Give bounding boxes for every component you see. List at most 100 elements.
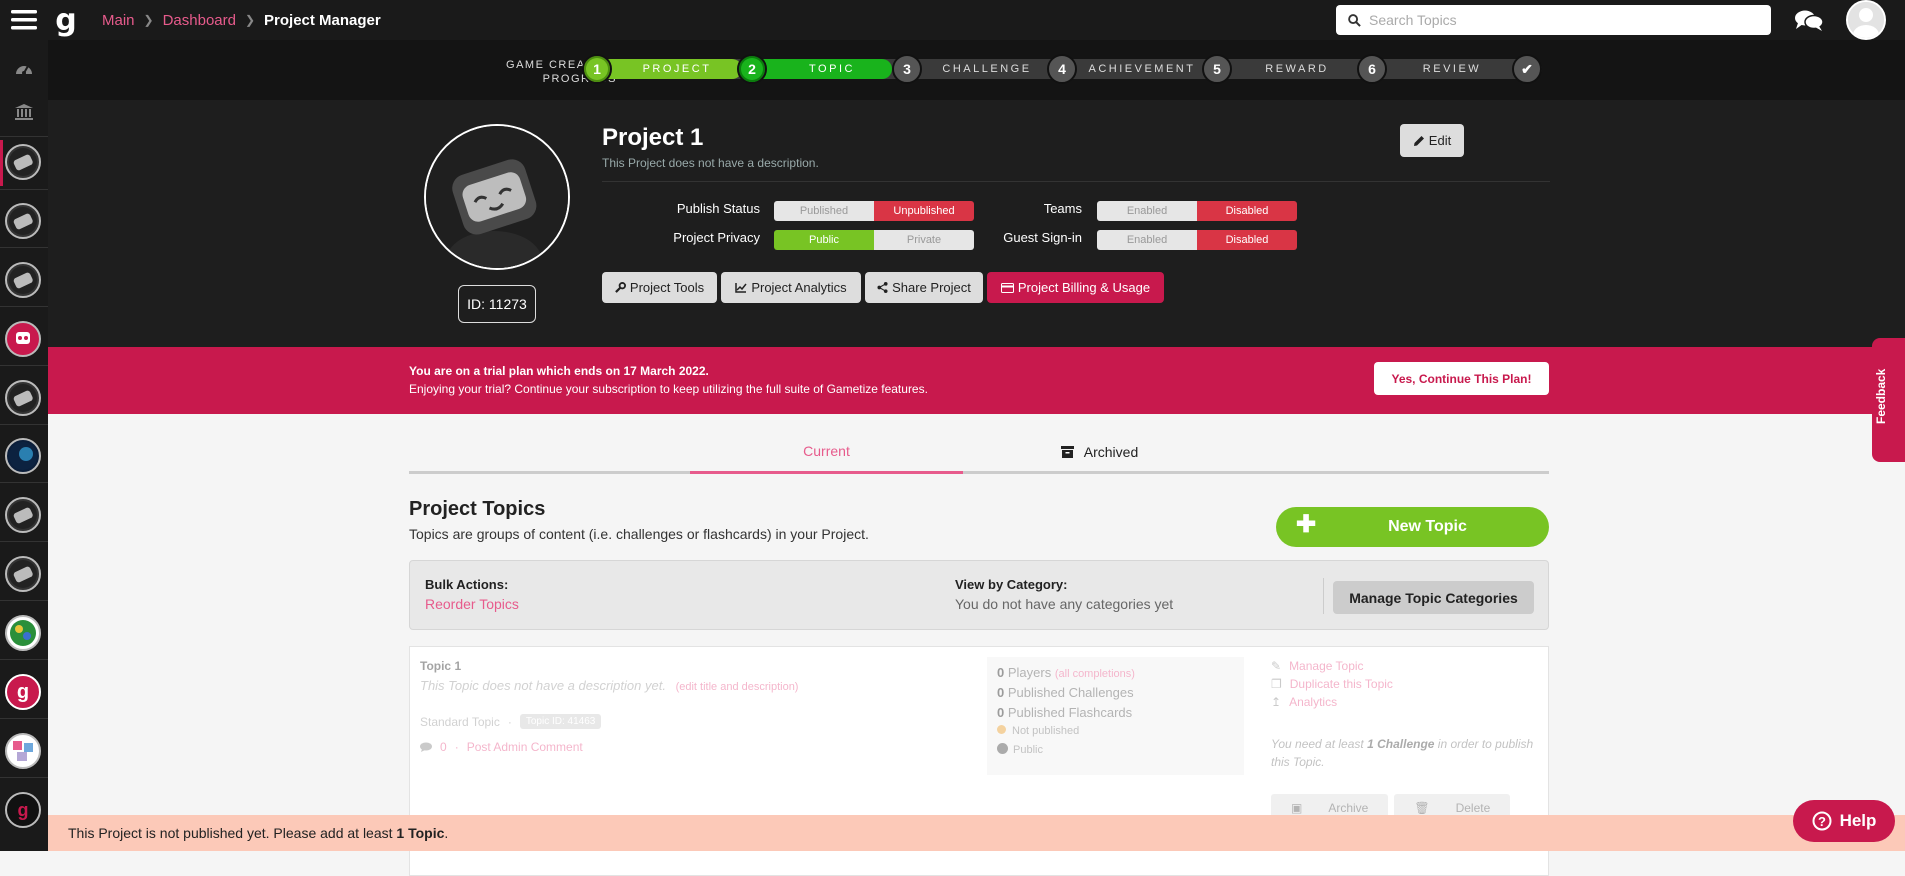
step-2-circle[interactable]: 2 bbox=[737, 54, 767, 84]
duplicate-topic-link[interactable]: ❐ Duplicate this Topic bbox=[1271, 675, 1541, 693]
step-5-circle[interactable]: 5 bbox=[1202, 54, 1232, 84]
sidebar-project-6[interactable] bbox=[5, 438, 41, 474]
help-button[interactable]: ? Help bbox=[1793, 800, 1895, 842]
project-id-badge: ID: 11273 bbox=[458, 285, 536, 323]
copy-icon: ❐ bbox=[1271, 677, 1282, 691]
help-label: Help bbox=[1839, 811, 1877, 830]
step-4-circle[interactable]: 4 bbox=[1047, 54, 1077, 84]
edit-icon: ✎ bbox=[1271, 659, 1282, 673]
topic-comments: 0 · Post Admin Comment bbox=[420, 740, 583, 754]
institution-icon[interactable] bbox=[0, 90, 48, 134]
new-topic-button[interactable]: ✚ New Topic bbox=[1276, 507, 1549, 547]
topic-analytics-link[interactable]: ↥ Analytics bbox=[1271, 693, 1541, 711]
search-icon bbox=[1348, 13, 1361, 27]
manage-topic-categories-button[interactable]: Manage Topic Categories bbox=[1333, 581, 1534, 614]
step-3-circle[interactable]: 3 bbox=[892, 54, 922, 84]
edit-label: Edit bbox=[1428, 133, 1452, 148]
step-6-circle[interactable]: 6 bbox=[1357, 54, 1387, 84]
teams-toggle[interactable]: Enabled Disabled bbox=[1097, 201, 1297, 221]
step-topic-label[interactable]: TOPIC bbox=[772, 63, 892, 75]
step-challenge-label[interactable]: CHALLENGE bbox=[927, 63, 1047, 75]
notice-text-bold: 1 Topic bbox=[396, 825, 445, 841]
meta-separator: · bbox=[454, 740, 459, 754]
topic-meta: Standard Topic · Topic ID: 41463 bbox=[420, 714, 602, 729]
share-project-button[interactable]: Share Project bbox=[865, 272, 983, 303]
edit-project-button[interactable]: Edit bbox=[1400, 124, 1464, 157]
post-admin-comment-link[interactable]: Post Admin Comment bbox=[467, 740, 583, 754]
publish-status-text: Not published bbox=[1012, 725, 1080, 737]
guest-signin-toggle[interactable]: Enabled Disabled bbox=[1097, 230, 1297, 250]
guest-signin-label: Guest Sign-in bbox=[1003, 230, 1082, 245]
publish-status: Not published bbox=[997, 725, 1234, 743]
sidebar-project-12[interactable]: g bbox=[5, 792, 41, 828]
guest-disabled-option[interactable]: Disabled bbox=[1197, 230, 1297, 250]
reorder-topics-link[interactable]: Reorder Topics bbox=[425, 596, 519, 612]
continue-plan-button[interactable]: Yes, Continue This Plan! bbox=[1374, 362, 1549, 395]
step-reward-label[interactable]: REWARD bbox=[1237, 63, 1357, 75]
project-privacy-toggle[interactable]: Public Private bbox=[774, 230, 974, 250]
publish-requirement-note: You need at least 1 Challenge in order t… bbox=[1271, 735, 1541, 771]
sidebar-project-3[interactable] bbox=[5, 262, 41, 298]
sidebar-project-9[interactable] bbox=[5, 615, 41, 651]
project-billing-button[interactable]: Project Billing & Usage bbox=[987, 272, 1164, 303]
gametize-logo[interactable]: g bbox=[48, 0, 84, 40]
project-tools-button[interactable]: Project Tools bbox=[602, 272, 717, 303]
search-input[interactable] bbox=[1369, 12, 1749, 28]
players-count: 0 bbox=[997, 665, 1005, 680]
new-topic-label: New Topic bbox=[1388, 518, 1467, 535]
publish-status-label: Publish Status bbox=[676, 201, 760, 216]
project-topics-subtitle: Topics are groups of content (i.e. chall… bbox=[409, 526, 869, 542]
step-review-label[interactable]: REVIEW bbox=[1392, 63, 1512, 75]
sidebar-project-11[interactable] bbox=[5, 733, 41, 769]
tab-current[interactable]: Current bbox=[690, 430, 963, 474]
project-analytics-button[interactable]: Project Analytics bbox=[721, 272, 861, 303]
breadcrumb-main[interactable]: Main bbox=[102, 12, 135, 29]
project-tools-label: Project Tools bbox=[629, 280, 705, 295]
share-icon bbox=[877, 282, 888, 293]
no-categories-text: You do not have any categories yet bbox=[955, 596, 1174, 612]
teams-enabled-option[interactable]: Enabled bbox=[1097, 201, 1197, 221]
sidebar-project-2[interactable] bbox=[5, 203, 41, 239]
globe-icon bbox=[997, 743, 1008, 754]
feedback-tab[interactable]: Feedback bbox=[1872, 338, 1905, 462]
notice-text-post: . bbox=[444, 825, 449, 841]
menu-icon[interactable] bbox=[0, 0, 48, 40]
public-option[interactable]: Public bbox=[774, 230, 874, 250]
chat-icon[interactable] bbox=[1794, 9, 1824, 33]
chevron-right-icon: ❯ bbox=[143, 13, 154, 27]
pencil-icon bbox=[1413, 135, 1424, 146]
step-achievement-label[interactable]: ACHIEVEMENT bbox=[1082, 63, 1202, 75]
topic-name[interactable]: Topic 1 bbox=[420, 659, 461, 673]
step-project-label[interactable]: PROJECT bbox=[617, 63, 737, 75]
topic-analytics-label: Analytics bbox=[1289, 695, 1338, 709]
privacy-status: Public bbox=[997, 743, 1234, 761]
sidebar-divider bbox=[0, 136, 48, 137]
dashboard-icon[interactable] bbox=[0, 46, 48, 90]
edit-title-description-link[interactable]: (edit title and description) bbox=[676, 681, 799, 693]
share-project-label: Share Project bbox=[892, 280, 971, 295]
sidebar-project-5[interactable] bbox=[5, 380, 41, 416]
tab-archived[interactable]: Archived bbox=[963, 430, 1236, 474]
all-completions-link[interactable]: (all completions) bbox=[1055, 668, 1135, 680]
published-option[interactable]: Published bbox=[774, 201, 874, 221]
teams-disabled-option[interactable]: Disabled bbox=[1197, 201, 1297, 221]
sidebar-project-10[interactable]: g bbox=[5, 674, 41, 710]
sidebar-project-8[interactable] bbox=[5, 556, 41, 592]
top-bar: g Main ❯ Dashboard ❯ Project Manager bbox=[0, 0, 1905, 40]
project-billing-label: Project Billing & Usage bbox=[1017, 280, 1151, 295]
sidebar-project-1[interactable] bbox=[5, 144, 41, 180]
checkmark-icon[interactable]: ✔ bbox=[1512, 54, 1542, 84]
privacy-status-text: Public bbox=[1013, 744, 1043, 756]
wrench-icon bbox=[615, 282, 626, 293]
notice-text-pre: This Project is not published yet. Pleas… bbox=[68, 825, 393, 841]
step-1-circle[interactable]: 1 bbox=[582, 54, 612, 84]
comment-count[interactable]: 0 bbox=[440, 740, 447, 754]
user-avatar[interactable] bbox=[1846, 0, 1886, 40]
breadcrumb-dashboard[interactable]: Dashboard bbox=[163, 12, 236, 29]
sidebar-project-7[interactable] bbox=[5, 497, 41, 533]
project-title: Project 1 bbox=[602, 124, 704, 151]
publish-status-toggle[interactable]: Published Unpublished bbox=[774, 201, 974, 221]
guest-enabled-option[interactable]: Enabled bbox=[1097, 230, 1197, 250]
sidebar-project-4[interactable] bbox=[5, 321, 41, 357]
manage-topic-link[interactable]: ✎ Manage Topic bbox=[1271, 657, 1541, 675]
